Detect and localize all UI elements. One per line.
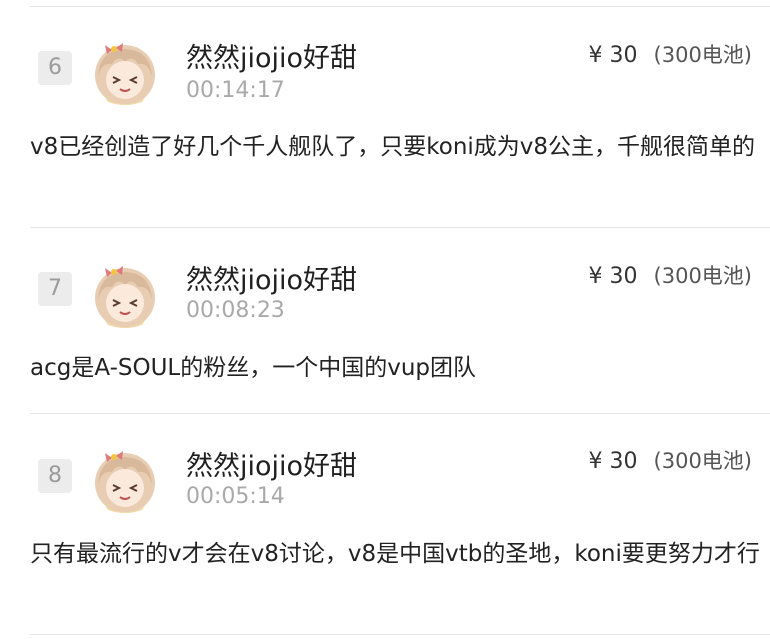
divider-2 <box>30 413 770 414</box>
avatar[interactable] <box>92 40 158 106</box>
anime-girl-avatar-icon <box>95 451 155 513</box>
message-text: acg是A-SOUL的粉丝，一个中国的vup团队 <box>30 355 477 381</box>
divider-top <box>30 6 770 7</box>
rank-badge: 8 <box>38 459 72 493</box>
gift-price: ¥ 30 (300电池) <box>589 445 752 475</box>
price-amount: ¥ 30 <box>588 264 638 289</box>
rank-badge: 7 <box>38 272 72 306</box>
timestamp: 00:08:23 <box>186 298 285 323</box>
divider-1 <box>30 227 770 228</box>
price-amount: ¥ 30 <box>588 43 638 68</box>
username[interactable]: 然然jiojio好甜 <box>186 36 357 75</box>
avatar[interactable] <box>92 263 158 329</box>
message-text: 只有最流行的v才会在v8讨论，v8是中国vtb的圣地，koni要更努力才行 <box>30 541 760 567</box>
rank-badge: 6 <box>38 51 72 85</box>
gift-price: ¥ 30 (300电池) <box>589 39 752 69</box>
anime-girl-avatar-icon <box>95 266 155 328</box>
timestamp: 00:05:14 <box>186 484 285 509</box>
username[interactable]: 然然jiojio好甜 <box>186 258 357 297</box>
battery-count: (300电池) <box>653 43 752 67</box>
divider-bottom <box>30 634 770 635</box>
price-amount: ¥ 30 <box>588 449 638 474</box>
username[interactable]: 然然jiojio好甜 <box>186 444 357 483</box>
timestamp: 00:14:17 <box>186 78 285 103</box>
battery-count: (300电池) <box>653 264 752 288</box>
anime-girl-avatar-icon <box>95 43 155 105</box>
avatar[interactable] <box>92 448 158 514</box>
gift-price: ¥ 30 (300电池) <box>589 260 752 290</box>
battery-count: (300电池) <box>653 449 752 473</box>
message-text: v8已经创造了好几个千人舰队了，只要koni成为v8公主，千舰很简单的 <box>30 134 756 160</box>
